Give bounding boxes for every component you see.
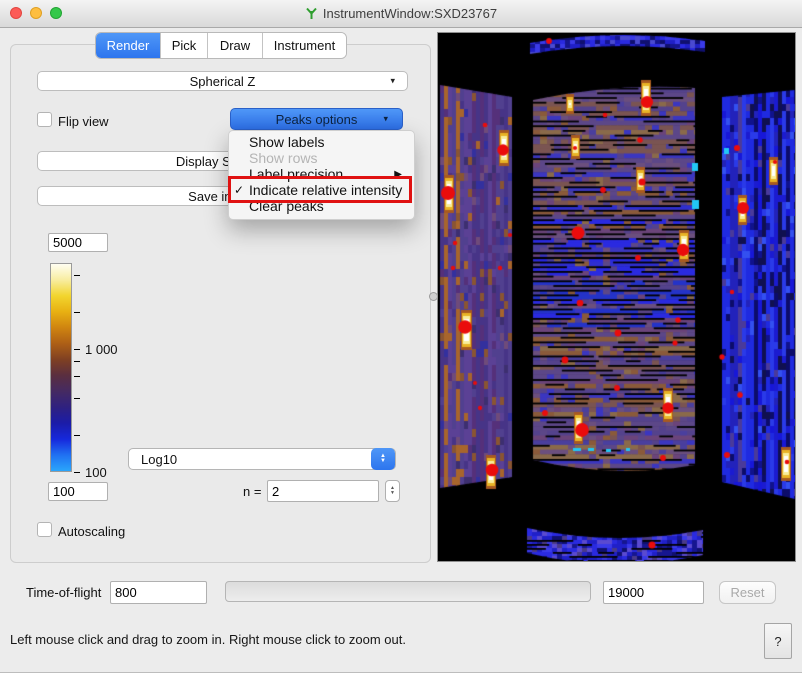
combo-chevrons-icon: ▲▼ [371,448,395,470]
view-tabs: RenderPickDrawInstrument [95,32,347,59]
instrument-viewport[interactable] [437,32,796,562]
reset-button[interactable]: Reset [719,581,776,604]
colorbar-tick-label: 100 [85,465,107,480]
menu-item-show-labels[interactable]: Show labels [229,134,414,150]
flip-view-checkbox[interactable] [37,112,52,127]
tab-draw[interactable]: Draw [208,33,263,58]
splitter-handle[interactable] [429,292,438,301]
colorbar-tick [74,349,80,350]
tof-max-input[interactable] [603,581,704,604]
colorbar-tick [74,472,80,473]
projection-value: Spherical Z [190,74,256,89]
scale-max-input[interactable] [48,233,108,252]
autoscaling-label: Autoscaling [58,524,125,539]
peaks-options-label: Peaks options [276,112,358,127]
n-stepper[interactable]: ▲▼ [385,480,400,502]
n-input[interactable] [267,480,379,502]
colorbar-tick [74,398,80,399]
peaks-options-button[interactable]: Peaks options ▾ [230,108,403,130]
projection-select[interactable]: Spherical Z ▾ [37,71,408,91]
scale-type-value: Log10 [129,452,177,467]
autoscaling-checkbox[interactable] [37,522,52,537]
menu-item-show-rows: Show rows [229,150,414,166]
colorbar-tick [74,435,80,436]
chevron-down-icon: ▾ [390,76,395,87]
help-label: ? [774,634,781,649]
tab-render[interactable]: Render [96,33,161,58]
colorbar-tick-label: 1 000 [85,342,118,357]
menu-item-label: Show labels [249,134,325,150]
tab-instrument[interactable]: Instrument [263,33,346,58]
scale-min-input[interactable] [48,482,108,501]
help-button[interactable]: ? [764,623,792,659]
window-title: InstrumentWindow:SXD23767 [323,6,497,21]
scale-type-select[interactable]: Log10 ▲▼ [128,448,396,470]
n-label: n = [243,484,261,499]
colorbar-tick [74,312,80,313]
colorbar-tick [74,275,80,276]
title-area: InstrumentWindow:SXD23767 [0,0,802,27]
tof-min-input[interactable] [110,581,207,604]
menu-item-label: Show rows [249,150,317,166]
titlebar: InstrumentWindow:SXD23767 [0,0,802,28]
instrument-3d-view[interactable] [438,33,795,561]
mouse-hint-text: Left mouse click and drag to zoom in. Ri… [10,632,406,647]
flip-view-label: Flip view [58,114,109,129]
instrument-window: InstrumentWindow:SXD23767 RenderPickDraw… [0,0,802,673]
tof-label: Time-of-flight [26,585,101,600]
annotation-highlight-box [228,176,412,203]
tof-slider[interactable] [225,581,591,602]
colorbar[interactable] [50,263,72,472]
colorbar-tick [74,376,80,377]
peaks-options-menu: Show labelsShow rowsLabel precision▶✓Ind… [228,130,415,220]
reset-label: Reset [731,585,765,600]
chevron-down-icon: ▾ [383,114,388,125]
tab-pick[interactable]: Pick [161,33,208,58]
mantid-logo-icon [305,7,318,20]
colorbar-tick [74,361,80,362]
